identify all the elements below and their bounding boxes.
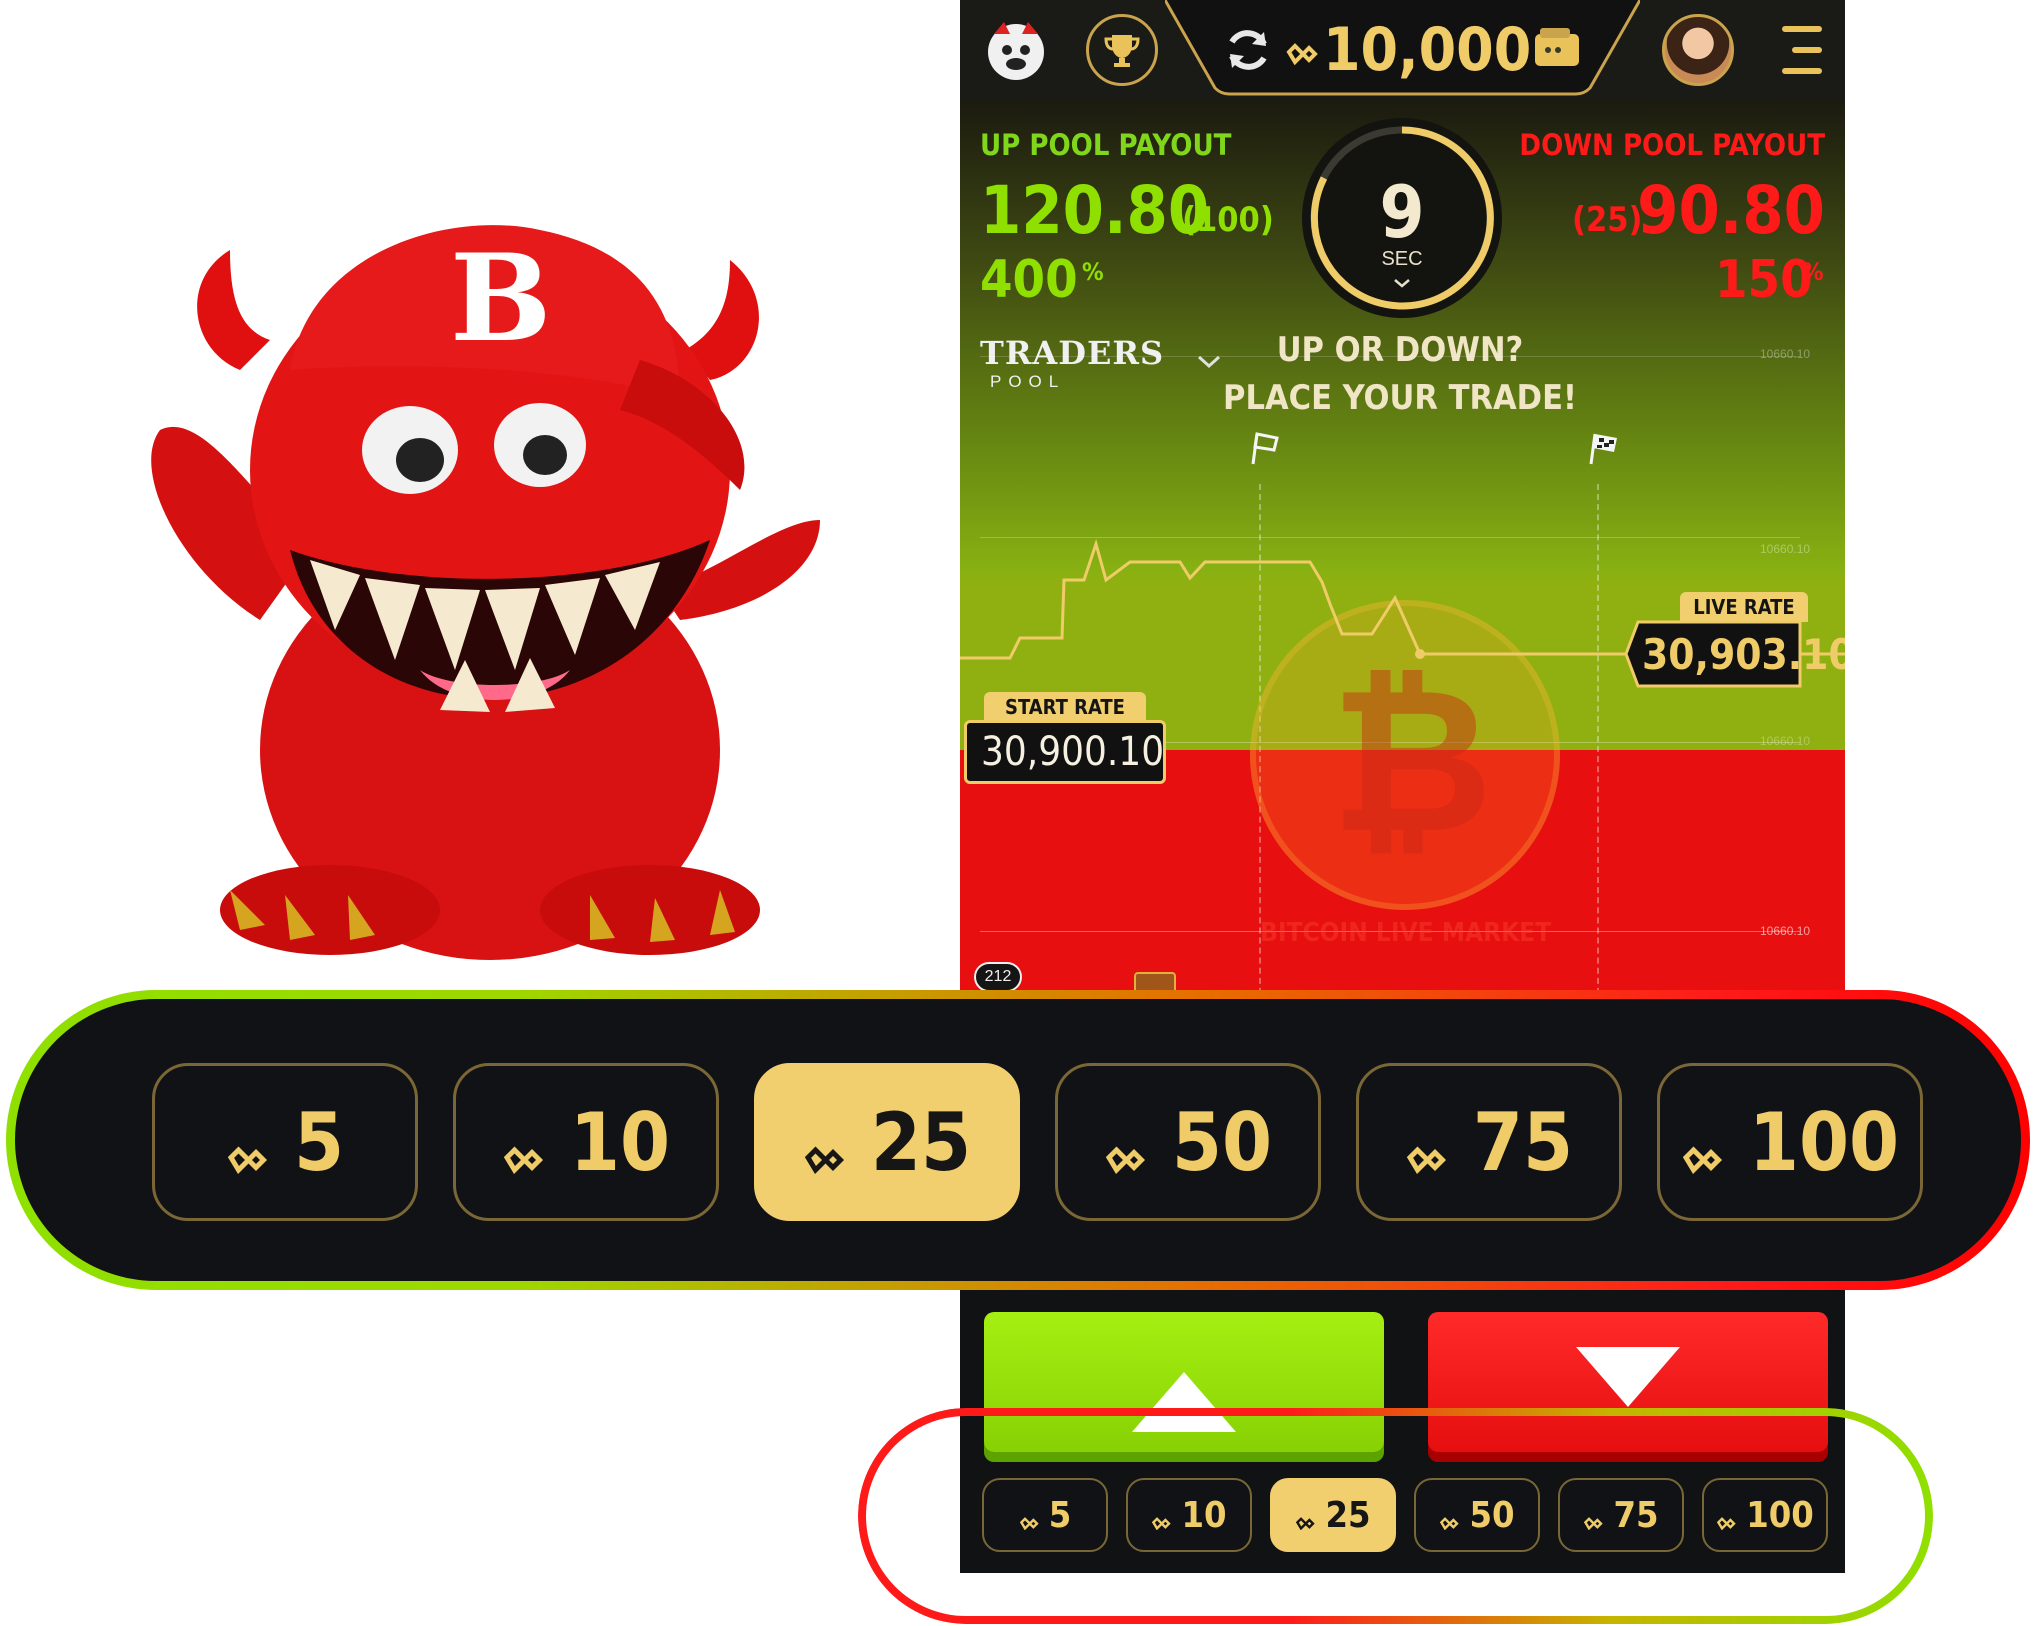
amount-chip-value: 75 bbox=[1472, 1095, 1574, 1189]
coin-icon bbox=[227, 1145, 267, 1174]
balance-amount: 10,000 bbox=[1323, 15, 1532, 85]
start-rate-badge: START RATE bbox=[984, 692, 1146, 722]
coin-icon bbox=[1285, 38, 1325, 66]
amount-selector-bar: 5 10 25 50 75 100 bbox=[6, 990, 2030, 1290]
grid-line bbox=[980, 356, 1800, 357]
brand-line1: TRADERS bbox=[980, 334, 1165, 372]
coin-icon bbox=[1682, 1145, 1722, 1174]
timer-unit: SEC bbox=[1381, 248, 1423, 270]
down-pool-count: (25) bbox=[1572, 200, 1643, 240]
coin-icon bbox=[1105, 1145, 1145, 1174]
start-rate-box: 30,900.10 bbox=[964, 720, 1166, 784]
user-avatar[interactable] bbox=[1662, 14, 1734, 86]
bulldog-logo-icon[interactable] bbox=[980, 14, 1052, 86]
game-screen: 10,000 UP POOL PAYOUT 120.80 (100) 400 %… bbox=[960, 0, 1845, 1573]
up-pool-percent: 400 bbox=[980, 250, 1078, 310]
up-pool-percent-sign: % bbox=[1082, 258, 1104, 286]
finish-flag-icon bbox=[1587, 430, 1621, 466]
amount-chip-value: 50 bbox=[1171, 1095, 1273, 1189]
chevron-down-icon[interactable] bbox=[1392, 274, 1412, 288]
watermark-text: BITCOIN LIVE MARKET bbox=[1260, 918, 1552, 948]
amount-chip-5[interactable]: 5 bbox=[152, 1063, 418, 1221]
prompt-line2: PLACE YOUR TRADE! bbox=[1223, 378, 1577, 418]
live-rate-box: 30,903.10 bbox=[1624, 620, 1845, 688]
up-pool-label: UP POOL PAYOUT bbox=[980, 128, 1232, 162]
grid-label: 10660.10 bbox=[1760, 347, 1811, 361]
coin-icon bbox=[804, 1145, 844, 1174]
down-pool-percent: 150 bbox=[1715, 250, 1813, 310]
top-bar: 10,000 bbox=[960, 0, 1845, 100]
traders-pool-logo[interactable]: TRADERS POOL bbox=[980, 334, 1164, 392]
coin-icon bbox=[503, 1145, 543, 1174]
treasure-chest-icon bbox=[1134, 972, 1176, 992]
live-rate-label: LIVE RATE bbox=[1693, 595, 1795, 619]
up-pool-count: (100) bbox=[1182, 200, 1274, 240]
amount-chip-10[interactable]: 10 bbox=[453, 1063, 719, 1221]
countdown-timer: 9 SEC bbox=[1302, 118, 1502, 318]
amount-chip-value: 100 bbox=[1748, 1095, 1900, 1189]
start-flag-icon bbox=[1249, 430, 1281, 466]
svg-text:₿: ₿ bbox=[1330, 650, 1490, 860]
start-rate-value: 30,900.10 bbox=[981, 729, 1165, 775]
prompt-line1: UP OR DOWN? bbox=[1276, 330, 1524, 370]
amount-chip-value: 5 bbox=[293, 1095, 345, 1189]
coin-icon bbox=[1406, 1145, 1446, 1174]
players-count: 212 bbox=[984, 968, 1012, 985]
grid-label: 10660.10 bbox=[1760, 734, 1811, 748]
down-pool-label: DOWN POOL PAYOUT bbox=[1519, 128, 1825, 162]
refresh-icon[interactable] bbox=[1220, 22, 1276, 78]
trophy-icon[interactable] bbox=[1086, 14, 1158, 86]
live-rate-badge: LIVE RATE bbox=[1680, 592, 1808, 622]
amount-chip-25[interactable]: 25 bbox=[754, 1063, 1020, 1221]
amount-chip-value: 10 bbox=[569, 1095, 671, 1189]
mascot-illustration: B bbox=[151, 225, 820, 960]
down-pool-payout: 90.80 bbox=[1637, 172, 1825, 249]
menu-icon[interactable] bbox=[1778, 22, 1826, 78]
players-count-badge[interactable]: 212 bbox=[974, 962, 1022, 992]
amount-chip-75[interactable]: 75 bbox=[1356, 1063, 1622, 1221]
timer-value: 9 bbox=[1379, 170, 1425, 254]
wallet-icon[interactable] bbox=[1532, 26, 1582, 70]
arrow-down-icon bbox=[1576, 1347, 1680, 1407]
down-pool-percent-sign: % bbox=[1802, 258, 1824, 286]
amount-chip-value: 25 bbox=[870, 1095, 972, 1189]
start-rate-label: START RATE bbox=[1005, 695, 1125, 719]
brand-line2: POOL bbox=[990, 372, 1066, 391]
small-selector-highlight-ring bbox=[858, 1408, 1933, 1624]
grid-label: 10660.10 bbox=[1760, 924, 1811, 938]
live-rate-value: 30,903.10 bbox=[1642, 630, 1845, 679]
amount-chip-50[interactable]: 50 bbox=[1055, 1063, 1321, 1221]
up-pool-payout: 120.80 bbox=[980, 172, 1210, 249]
svg-text:B: B bbox=[450, 228, 551, 369]
amount-chip-100[interactable]: 100 bbox=[1657, 1063, 1923, 1221]
